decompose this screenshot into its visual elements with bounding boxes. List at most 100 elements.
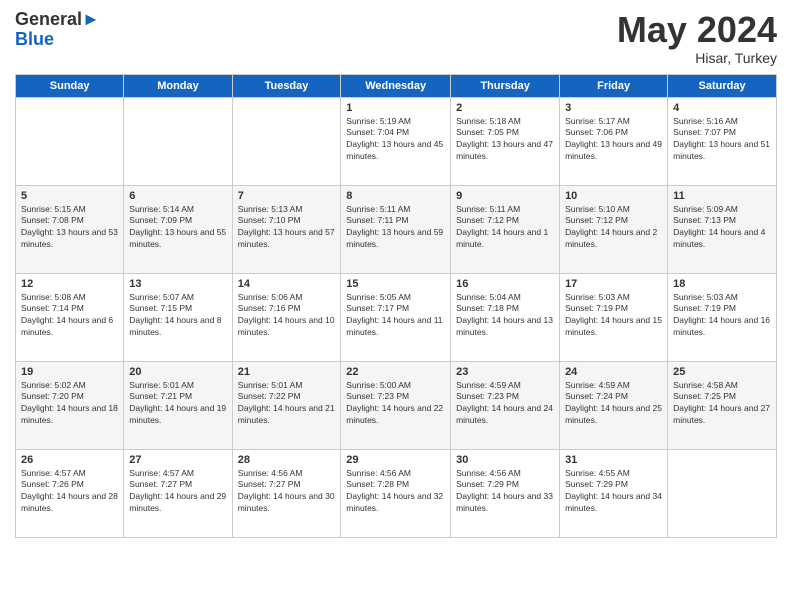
day-number: 14 bbox=[238, 278, 336, 290]
day-info: Sunrise: 5:14 AM Sunset: 7:09 PM Dayligh… bbox=[129, 204, 226, 252]
day-info: Sunrise: 5:01 AM Sunset: 7:21 PM Dayligh… bbox=[129, 380, 226, 428]
calendar-cell: 7 Sunrise: 5:13 AM Sunset: 7:10 PM Daylig… bbox=[232, 185, 341, 273]
calendar-week-row: 26 Sunrise: 4:57 AM Sunset: 7:26 PM Dayli… bbox=[16, 449, 777, 537]
logo-blue: Blue bbox=[15, 29, 54, 49]
day-number: 2 bbox=[456, 102, 554, 114]
day-info: Sunrise: 5:09 AM Sunset: 7:13 PM Dayligh… bbox=[673, 204, 771, 252]
calendar-cell: 14 Sunrise: 5:06 AM Sunset: 7:16 PM Dayli… bbox=[232, 273, 341, 361]
day-info: Sunrise: 5:06 AM Sunset: 7:16 PM Dayligh… bbox=[238, 292, 336, 340]
day-number: 19 bbox=[21, 366, 118, 378]
calendar-cell: 23Sunrise: 4:59 AM Sunset: 7:23 PM Dayli… bbox=[451, 361, 560, 449]
calendar-cell: 16 Sunrise: 5:04 AM Sunset: 7:18 PM Dayli… bbox=[451, 273, 560, 361]
calendar-cell: 15Sunrise: 5:05 AM Sunset: 7:17 PM Dayli… bbox=[341, 273, 451, 361]
header: General► Blue May 2024 Hisar, Turkey bbox=[15, 10, 777, 66]
col-saturday: Saturday bbox=[668, 74, 777, 97]
day-info: Sunrise: 4:56 AM Sunset: 7:29 PM Dayligh… bbox=[456, 468, 554, 516]
col-thursday: Thursday bbox=[451, 74, 560, 97]
calendar-cell: 21 Sunrise: 5:01 AM Sunset: 7:22 PM Dayli… bbox=[232, 361, 341, 449]
logo: General► Blue bbox=[15, 10, 100, 50]
calendar-cell: 29 Sunrise: 4:56 AM Sunset: 7:28 PM Dayli… bbox=[341, 449, 451, 537]
calendar-cell: 27 Sunrise: 4:57 AM Sunset: 7:27 PM Dayli… bbox=[124, 449, 232, 537]
day-number: 9 bbox=[456, 190, 554, 202]
calendar-cell: 28 Sunrise: 4:56 AM Sunset: 7:27 PM Dayli… bbox=[232, 449, 341, 537]
day-number: 6 bbox=[129, 190, 226, 202]
day-info: Sunrise: 4:58 AM Sunset: 7:25 PM Dayligh… bbox=[673, 380, 771, 428]
day-info: Sunrise: 5:04 AM Sunset: 7:18 PM Dayligh… bbox=[456, 292, 554, 340]
calendar-cell bbox=[124, 97, 232, 185]
calendar-week-row: 12 Sunrise: 5:08 AM Sunset: 7:14 PM Dayli… bbox=[16, 273, 777, 361]
calendar-week-row: 5Sunrise: 5:15 AM Sunset: 7:08 PM Daylig… bbox=[16, 185, 777, 273]
day-number: 26 bbox=[21, 454, 118, 466]
day-number: 10 bbox=[565, 190, 662, 202]
day-number: 3 bbox=[565, 102, 662, 114]
day-number: 24 bbox=[565, 366, 662, 378]
day-number: 27 bbox=[129, 454, 226, 466]
calendar-cell: 31 Sunrise: 4:55 AM Sunset: 7:29 PM Dayli… bbox=[560, 449, 668, 537]
day-number: 20 bbox=[129, 366, 226, 378]
calendar-cell: 24 Sunrise: 4:59 AM Sunset: 7:24 PM Dayli… bbox=[560, 361, 668, 449]
day-number: 4 bbox=[673, 102, 771, 114]
col-friday: Friday bbox=[560, 74, 668, 97]
day-info: Sunrise: 4:57 AM Sunset: 7:26 PM Dayligh… bbox=[21, 468, 118, 516]
day-info: Sunrise: 5:05 AM Sunset: 7:17 PM Dayligh… bbox=[346, 292, 445, 340]
calendar-cell: 3 Sunrise: 5:17 AM Sunset: 7:06 PM Daylig… bbox=[560, 97, 668, 185]
col-tuesday: Tuesday bbox=[232, 74, 341, 97]
calendar-cell bbox=[668, 449, 777, 537]
day-info: Sunrise: 4:56 AM Sunset: 7:28 PM Dayligh… bbox=[346, 468, 445, 516]
calendar-cell: 22Sunrise: 5:00 AM Sunset: 7:23 PM Dayli… bbox=[341, 361, 451, 449]
day-info: Sunrise: 5:08 AM Sunset: 7:14 PM Dayligh… bbox=[21, 292, 118, 340]
day-info: Sunrise: 5:11 AM Sunset: 7:12 PM Dayligh… bbox=[456, 204, 554, 252]
day-info: Sunrise: 5:18 AM Sunset: 7:05 PM Dayligh… bbox=[456, 116, 554, 164]
col-wednesday: Wednesday bbox=[341, 74, 451, 97]
month-title: May 2024 bbox=[617, 10, 777, 50]
calendar-cell: 30Sunrise: 4:56 AM Sunset: 7:29 PM Dayli… bbox=[451, 449, 560, 537]
day-info: Sunrise: 5:01 AM Sunset: 7:22 PM Dayligh… bbox=[238, 380, 336, 428]
day-info: Sunrise: 4:59 AM Sunset: 7:24 PM Dayligh… bbox=[565, 380, 662, 428]
day-info: Sunrise: 5:11 AM Sunset: 7:11 PM Dayligh… bbox=[346, 204, 445, 252]
calendar-cell: 26 Sunrise: 4:57 AM Sunset: 7:26 PM Dayli… bbox=[16, 449, 124, 537]
title-block: May 2024 Hisar, Turkey bbox=[617, 10, 777, 66]
calendar-page: General► Blue May 2024 Hisar, Turkey Sun… bbox=[0, 0, 792, 612]
day-number: 21 bbox=[238, 366, 336, 378]
calendar-cell: 12 Sunrise: 5:08 AM Sunset: 7:14 PM Dayli… bbox=[16, 273, 124, 361]
day-number: 16 bbox=[456, 278, 554, 290]
day-number: 18 bbox=[673, 278, 771, 290]
day-number: 29 bbox=[346, 454, 445, 466]
day-number: 12 bbox=[21, 278, 118, 290]
calendar-cell: 20 Sunrise: 5:01 AM Sunset: 7:21 PM Dayli… bbox=[124, 361, 232, 449]
day-number: 13 bbox=[129, 278, 226, 290]
day-info: Sunrise: 5:03 AM Sunset: 7:19 PM Dayligh… bbox=[565, 292, 662, 340]
day-number: 5 bbox=[21, 190, 118, 202]
calendar-cell bbox=[16, 97, 124, 185]
day-number: 7 bbox=[238, 190, 336, 202]
day-info: Sunrise: 4:55 AM Sunset: 7:29 PM Dayligh… bbox=[565, 468, 662, 516]
day-info: Sunrise: 5:02 AM Sunset: 7:20 PM Dayligh… bbox=[21, 380, 118, 428]
day-info: Sunrise: 4:57 AM Sunset: 7:27 PM Dayligh… bbox=[129, 468, 226, 516]
calendar-cell bbox=[232, 97, 341, 185]
col-monday: Monday bbox=[124, 74, 232, 97]
calendar-cell: 19 Sunrise: 5:02 AM Sunset: 7:20 PM Dayli… bbox=[16, 361, 124, 449]
day-info: Sunrise: 5:17 AM Sunset: 7:06 PM Dayligh… bbox=[565, 116, 662, 164]
calendar-cell: 2 Sunrise: 5:18 AM Sunset: 7:05 PM Daylig… bbox=[451, 97, 560, 185]
day-info: Sunrise: 4:59 AM Sunset: 7:23 PM Dayligh… bbox=[456, 380, 554, 428]
calendar-cell: 11Sunrise: 5:09 AM Sunset: 7:13 PM Dayli… bbox=[668, 185, 777, 273]
calendar-table: Sunday Monday Tuesday Wednesday Thursday… bbox=[15, 74, 777, 538]
day-number: 8 bbox=[346, 190, 445, 202]
calendar-cell: 8 Sunrise: 5:11 AM Sunset: 7:11 PM Daylig… bbox=[341, 185, 451, 273]
location: Hisar, Turkey bbox=[617, 50, 777, 66]
calendar-cell: 17 Sunrise: 5:03 AM Sunset: 7:19 PM Dayli… bbox=[560, 273, 668, 361]
day-number: 31 bbox=[565, 454, 662, 466]
calendar-cell: 10Sunrise: 5:10 AM Sunset: 7:12 PM Dayli… bbox=[560, 185, 668, 273]
logo-text: General► Blue bbox=[15, 10, 100, 50]
day-info: Sunrise: 5:07 AM Sunset: 7:15 PM Dayligh… bbox=[129, 292, 226, 340]
day-info: Sunrise: 5:19 AM Sunset: 7:04 PM Dayligh… bbox=[346, 116, 445, 164]
calendar-cell: 6 Sunrise: 5:14 AM Sunset: 7:09 PM Daylig… bbox=[124, 185, 232, 273]
calendar-week-row: 19 Sunrise: 5:02 AM Sunset: 7:20 PM Dayli… bbox=[16, 361, 777, 449]
day-info: Sunrise: 5:13 AM Sunset: 7:10 PM Dayligh… bbox=[238, 204, 336, 252]
day-info: Sunrise: 4:56 AM Sunset: 7:27 PM Dayligh… bbox=[238, 468, 336, 516]
col-sunday: Sunday bbox=[16, 74, 124, 97]
calendar-cell: 13 Sunrise: 5:07 AM Sunset: 7:15 PM Dayli… bbox=[124, 273, 232, 361]
calendar-cell: 4Sunrise: 5:16 AM Sunset: 7:07 PM Daylig… bbox=[668, 97, 777, 185]
day-number: 17 bbox=[565, 278, 662, 290]
day-number: 28 bbox=[238, 454, 336, 466]
